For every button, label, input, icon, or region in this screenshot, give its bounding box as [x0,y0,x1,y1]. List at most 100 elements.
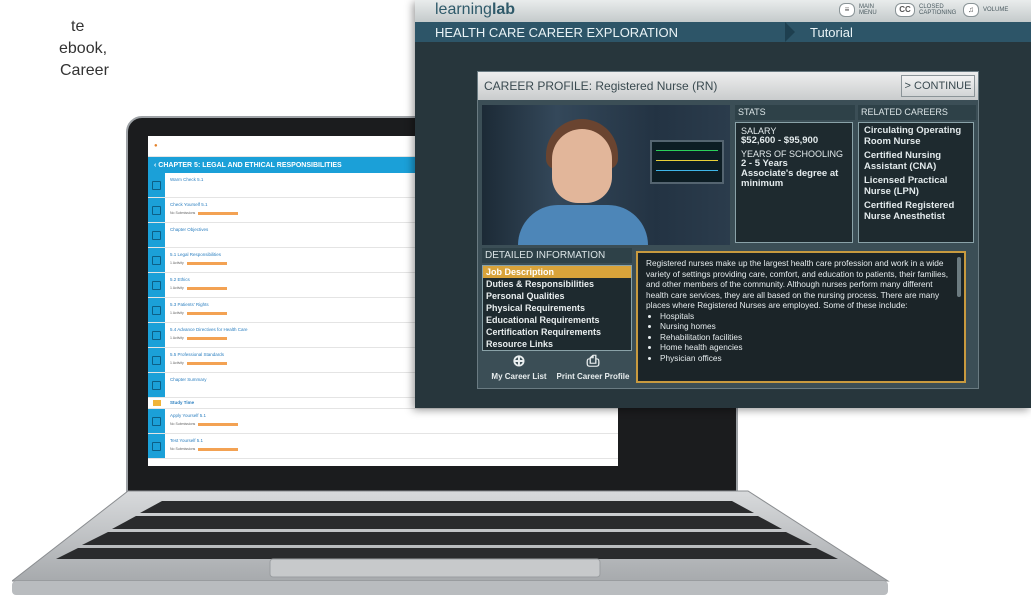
book-icon [148,409,165,433]
status-tag [186,311,227,315]
intro-line-2: ebook, [59,40,108,57]
ebook-item-label: Test Yourself 5.1 [170,438,204,443]
book-icon [148,248,165,272]
career-profile-title: CAREER PROFILE: Registered Nurse (RN) [484,79,718,93]
ebook-item-status: 1 Activity [170,261,227,265]
ebook-item-status: 1 Activity [170,286,227,290]
menu-icon: ≡ [839,3,855,17]
logo-prefix: learning [435,1,492,18]
main-menu-button[interactable]: ≡ MAIN MENU [839,3,887,17]
detail-item-resource-links[interactable]: Resource Links [483,338,631,350]
ebook-item-status-text: 1 Activity [170,261,184,265]
ebook-item-status-text: 1 Activity [170,286,184,290]
related-careers-panel: RELATED CAREERS Circulating Operating Ro… [858,105,976,245]
laptop-base [12,489,892,601]
workplace-item: Nursing homes [660,321,956,332]
description-scrollbar[interactable] [957,257,961,297]
workplace-item: Hospitals [660,311,956,322]
chapter-title: CHAPTER 5: LEGAL AND ETHICAL RESPONSIBIL… [158,161,342,169]
status-tag [198,211,239,215]
ebook-item-status: No Submissions [170,447,239,451]
intro-line-3: Career [60,62,109,79]
ebook-item-status: No Submissions [170,422,239,426]
ebook-item-label: Chapter Objectives [170,227,209,232]
status-tag [198,422,239,426]
ebook-item-status: 1 Activity [170,361,227,365]
ebook-item-label: 5.1 Legal Responsibilities [170,252,222,257]
breadcrumb-separator [785,22,795,42]
ebook-item-status-text: 1 Activity [170,336,184,340]
book-icon [148,173,165,197]
book-icon [148,273,165,297]
nurse-video[interactable] [482,105,730,245]
ebook-item-status: No Submissions [170,211,239,215]
related-career-item[interactable]: Licensed Practical Nurse (LPN) [864,175,968,197]
stats-header: STATS [735,105,855,120]
closed-captioning-button[interactable]: CC CLOSED CAPTIONING [895,3,959,17]
nurse-face [552,129,612,203]
continue-button[interactable]: > CONTINUE [901,75,975,97]
workplace-item: Home health agencies [660,342,956,353]
status-tag [198,447,239,451]
stats-panel: STATS SALARY $52,600 - $95,900 YEARS OF … [735,105,855,245]
book-icon [148,348,165,372]
book-icon [148,373,165,397]
detail-item-certification-requirements[interactable]: Certification Requirements [483,326,631,338]
related-career-item[interactable]: Certified Registered Nurse Anesthetist [864,200,968,222]
ebook-item-status-text: No Submissions [170,422,196,426]
detail-item-physical-requirements[interactable]: Physical Requirements [483,302,631,314]
ebook-item-label: Warm Check 5.1 [170,177,204,182]
ebook-list-item[interactable]: Apply Yourself 5.1 No Submissions [148,409,618,434]
ebook-item-label: 5.3 Patients' Rights [170,302,209,307]
print-career-profile-button[interactable]: ⎙ Print Career Profile [556,352,630,386]
ebook-item-label: 5.5 Professional Standards [170,352,225,357]
related-careers-header: RELATED CAREERS [858,105,976,120]
my-career-list-label: My Career List [491,372,547,381]
learninglab-window: learninglab ≡ MAIN MENU CC CLOSED CAPTIO… [415,0,1031,408]
related-career-item[interactable]: Circulating Operating Room Nurse [864,125,968,147]
study-time-label: Study Time [170,400,195,405]
status-tag [186,361,227,365]
related-career-item[interactable]: Certified Nursing Assistant (CNA) [864,150,968,172]
volume-button[interactable]: ♫ VOLUME [963,3,1008,17]
section-bar: HEALTH CARE CAREER EXPLORATION Tutorial [415,22,1031,42]
volume-label: VOLUME [983,7,1009,13]
ebook-item-status-text: 1 Activity [170,361,184,365]
app-top-bar: learninglab ≡ MAIN MENU CC CLOSED CAPTIO… [415,0,1031,22]
nurse-scrubs [518,205,648,245]
ebook-item-status-text: 1 Activity [170,311,184,315]
detail-item-educational-requirements[interactable]: Educational Requirements [483,314,631,326]
detail-item-duties[interactable]: Duties & Responsibilities [483,278,631,290]
status-tag [186,286,227,290]
ebook-item-status: 1 Activity [170,336,227,340]
detailed-information-header: DETAILED INFORMATION [482,248,632,263]
ebook-item-status: 1 Activity [170,311,227,315]
closed-captioning-label: CLOSED CAPTIONING [919,4,957,16]
learninglab-logo: learninglab [435,1,515,19]
detail-list: Job Description Duties & Responsibilitie… [482,265,632,351]
ebook-item-status-text: No Submissions [170,211,196,215]
book-icon [148,198,165,222]
ebook-logo: ● [154,143,158,149]
ebook-item-status-text: No Submissions [170,447,196,451]
intro-line-1: te [71,18,85,35]
career-profile-card: CAREER PROFILE: Registered Nurse (RN) > … [477,71,979,389]
printer-icon: ⎙ [586,353,600,370]
folder-icon [148,398,165,408]
job-description-text: Registered nurses make up the largest he… [646,258,949,310]
volume-icon: ♫ [963,3,979,17]
ebook-item-label: Chapter Summary [170,377,207,382]
detail-item-personal-qualities[interactable]: Personal Qualities [483,290,631,302]
book-icon [148,434,165,458]
my-career-list-button[interactable]: ⊕ My Career List [482,352,556,386]
ebook-list-item[interactable]: Test Yourself 5.1 No Submissions [148,434,618,459]
logo-suffix: lab [491,1,516,18]
ebook-item-label: Check Yourself 5.1 [170,202,208,207]
cc-icon: CC [895,3,915,17]
ebook-item-label: 5.2 Ethics [170,277,190,282]
detailed-information-panel: DETAILED INFORMATION Job Description Dut… [482,248,632,386]
profile-actions: ⊕ My Career List ⎙ Print Career Profile [482,352,630,386]
detail-item-job-description[interactable]: Job Description [483,266,631,278]
tutorial-link[interactable]: Tutorial [810,25,853,40]
book-icon [148,223,165,247]
